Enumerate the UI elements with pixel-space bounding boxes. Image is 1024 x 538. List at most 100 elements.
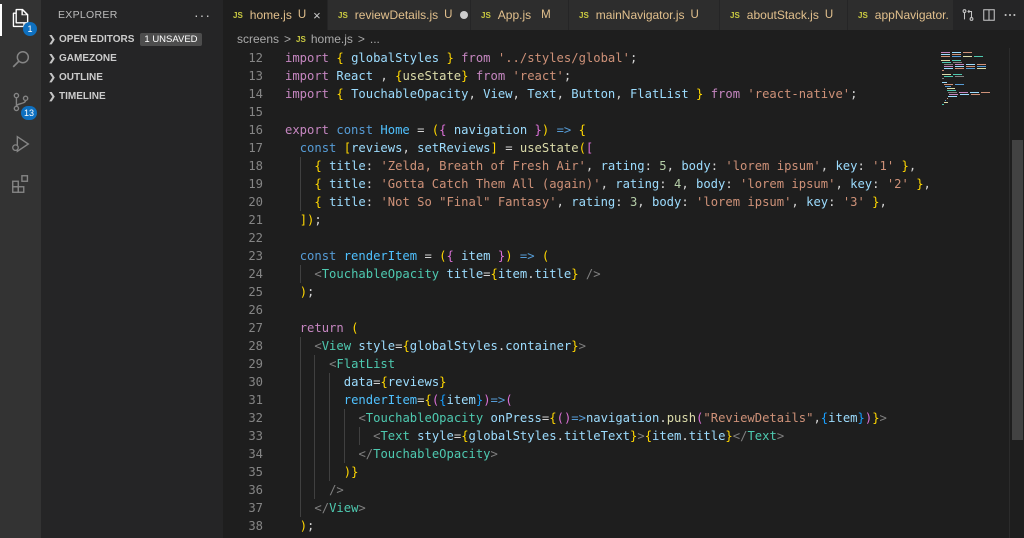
- tab-reviewdetails-js[interactable]: JS reviewDetails.js U: [328, 0, 471, 30]
- explorer-title: EXPLORER: [58, 9, 118, 21]
- code-text: import { TouchableOpacity, View, Text, B…: [285, 87, 858, 101]
- activity-search[interactable]: [0, 42, 41, 82]
- minimap-line: [952, 54, 961, 55]
- line-number: 22: [248, 231, 263, 245]
- code-line[interactable]: 33 <Text style={globalStyles.titleText}>…: [223, 427, 939, 445]
- code-line[interactable]: 18 { title: 'Zelda, Breath of Fresh Air'…: [223, 157, 939, 175]
- open-changes-icon[interactable]: [961, 8, 975, 22]
- code-line[interactable]: 34 </TouchableOpacity>: [223, 445, 939, 463]
- js-file-icon: JS: [233, 10, 243, 20]
- minimap-line: [963, 52, 972, 53]
- code-line[interactable]: 37 </View>: [223, 499, 939, 517]
- code-line[interactable]: 13 import React , {useState} from 'react'…: [223, 67, 939, 85]
- activity-run-debug[interactable]: [0, 126, 41, 166]
- code-line[interactable]: 26: [223, 301, 939, 319]
- code-text: />: [329, 483, 344, 497]
- tab-label: aboutStack.js: [746, 8, 819, 22]
- code-line[interactable]: 32 <TouchableOpacity onPress={()=>naviga…: [223, 409, 939, 427]
- minimap-line: [981, 92, 990, 93]
- code-line[interactable]: 27 return (: [223, 319, 939, 337]
- activity-explorer[interactable]: 1: [0, 0, 41, 40]
- section-timeline[interactable]: ❯ TIMELINE: [41, 87, 223, 106]
- minimap-line: [976, 68, 986, 69]
- more-actions-icon[interactable]: ···: [194, 7, 211, 23]
- explorer-badge: 1: [23, 22, 37, 36]
- section-outline[interactable]: ❯ OUTLINE: [41, 68, 223, 87]
- minimap-line: [959, 92, 968, 93]
- line-number: 28: [248, 339, 263, 353]
- line-number: 29: [248, 357, 263, 371]
- tab-appnavigator-js[interactable]: JS appNavigator.: [848, 0, 954, 30]
- code-line[interactable]: 12 import { globalStyles } from '../style…: [223, 49, 939, 67]
- code-line[interactable]: 21 ]);: [223, 211, 939, 229]
- code-text: { title: 'Not So "Final" Fantasy', ratin…: [314, 195, 887, 209]
- line-number: 30: [248, 375, 263, 389]
- tab-label: reviewDetails.js: [354, 8, 439, 22]
- minimap-line: [946, 88, 955, 89]
- code-line[interactable]: 25 );: [223, 283, 939, 301]
- code-line[interactable]: 24 <TouchableOpacity title={item.title} …: [223, 265, 939, 283]
- code-line[interactable]: 17 const [reviews, setReviews] = useStat…: [223, 139, 939, 157]
- minimap-line: [942, 74, 952, 75]
- line-number: 36: [248, 483, 263, 497]
- line-number: 23: [248, 249, 263, 263]
- section-label: OPEN EDITORS: [59, 34, 135, 45]
- code-line[interactable]: 19 { title: 'Gotta Catch Them All (again…: [223, 175, 939, 193]
- code-editor[interactable]: 12 import { globalStyles } from '../style…: [223, 46, 939, 538]
- tab-home-js[interactable]: JS home.js U ×: [223, 0, 328, 30]
- code-line[interactable]: 15: [223, 103, 939, 121]
- breadcrumb-file[interactable]: home.js: [311, 32, 353, 46]
- tab-app-js[interactable]: JS App.js M: [471, 0, 569, 30]
- close-icon[interactable]: ×: [313, 8, 321, 23]
- code-line[interactable]: 31 renderItem={({item})=>(: [223, 391, 939, 409]
- code-line[interactable]: 22: [223, 229, 939, 247]
- code-text: <Text style={globalStyles.titleText}>{it…: [373, 429, 785, 443]
- section-gamezone[interactable]: ❯ GAMEZONE: [41, 49, 223, 68]
- line-number: 27: [248, 321, 263, 335]
- line-number: 15: [248, 105, 263, 119]
- minimap[interactable]: [939, 48, 1009, 538]
- scrollbar-thumb[interactable]: [1012, 140, 1023, 440]
- code-line[interactable]: 14 import { TouchableOpacity, View, Text,…: [223, 85, 939, 103]
- tab-label: home.js: [249, 8, 292, 22]
- minimap-line: [971, 94, 981, 95]
- section-label: OUTLINE: [59, 72, 103, 83]
- code-line[interactable]: 23 const renderItem = ({ item }) => (: [223, 247, 939, 265]
- minimap-line: [943, 84, 953, 85]
- split-editor-icon[interactable]: [982, 8, 996, 22]
- breadcrumb-folder[interactable]: screens: [237, 32, 279, 46]
- minimap-line: [953, 62, 963, 63]
- minimap-line: [976, 66, 986, 67]
- code-text: </View>: [314, 501, 366, 515]
- code-line[interactable]: 16 export const Home = ({ navigation }) =…: [223, 121, 939, 139]
- minimap-line: [943, 66, 953, 67]
- vertical-scrollbar[interactable]: [1009, 48, 1024, 538]
- line-number: 13: [248, 69, 263, 83]
- code-line[interactable]: 35 )}: [223, 463, 939, 481]
- minimap-line: [945, 100, 947, 101]
- activity-source-control[interactable]: 13: [0, 84, 41, 124]
- breadcrumb-symbol[interactable]: ...: [370, 32, 380, 46]
- source-control-badge: 13: [20, 106, 37, 120]
- code-line[interactable]: 29 <FlatList: [223, 355, 939, 373]
- minimap-line: [943, 76, 953, 77]
- more-actions-icon[interactable]: [1003, 8, 1017, 22]
- unsaved-dot-icon[interactable]: [460, 11, 469, 19]
- minimap-line: [952, 60, 961, 61]
- line-number: 19: [248, 177, 263, 191]
- code-line[interactable]: 38 );: [223, 517, 939, 535]
- breadcrumb-separator: >: [357, 32, 365, 46]
- tab-label: appNavigator.: [874, 8, 949, 22]
- code-line[interactable]: 30 data={reviews}: [223, 373, 939, 391]
- code-line[interactable]: 20 { title: 'Not So "Final" Fantasy', ra…: [223, 193, 939, 211]
- tab-aboutstack-js[interactable]: JS aboutStack.js U: [720, 0, 848, 30]
- tab-mainnavigator-js[interactable]: JS mainNavigator.js U: [569, 0, 720, 30]
- section-label: GAMEZONE: [59, 53, 117, 64]
- code-line[interactable]: 36 />: [223, 481, 939, 499]
- section-open-editors[interactable]: ❯ OPEN EDITORS 1 UNSAVED: [41, 30, 223, 49]
- minimap-line: [945, 86, 951, 87]
- tab-label: mainNavigator.js: [595, 8, 685, 22]
- activity-extensions[interactable]: [0, 166, 41, 206]
- run-debug-icon: [10, 133, 32, 159]
- code-line[interactable]: 28 <View style={globalStyles.container}>: [223, 337, 939, 355]
